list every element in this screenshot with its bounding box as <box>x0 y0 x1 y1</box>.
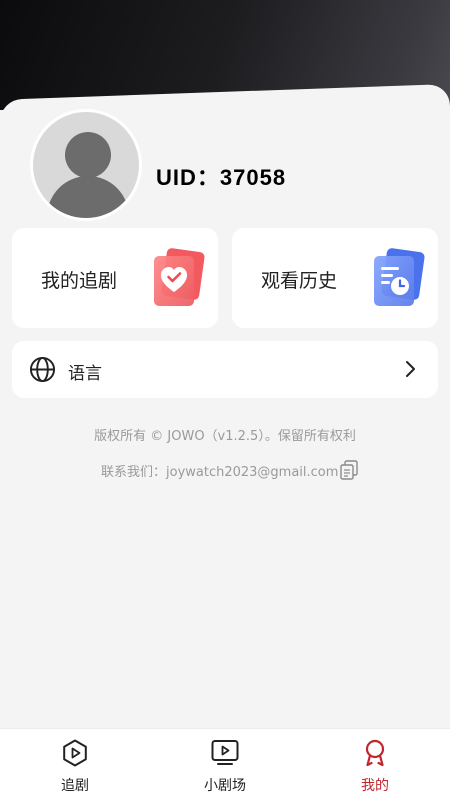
contact-info: 联系我们：joywatch2023@gmail.com <box>101 459 360 481</box>
profile-badge-icon <box>365 739 385 767</box>
tab-me[interactable]: 我的 <box>300 729 450 800</box>
tab-short-drama-label: 小剧场 <box>204 778 246 794</box>
my-following-card[interactable]: 我的追剧 <box>12 228 218 328</box>
play-circle-icon <box>63 739 87 767</box>
contact-text: 联系我们：joywatch2023@gmail.com <box>101 464 339 480</box>
globe-icon <box>29 356 56 383</box>
avatar[interactable] <box>30 109 142 221</box>
tab-short-drama[interactable]: 小剧场 <box>150 729 300 800</box>
watch-history-label: 观看历史 <box>261 270 338 292</box>
copy-icon[interactable] <box>338 459 360 481</box>
tab-me-label: 我的 <box>361 778 389 794</box>
history-doc-icon <box>374 248 425 306</box>
tv-play-icon <box>211 740 239 765</box>
heart-card-icon <box>154 248 205 306</box>
user-id: UID：37058 <box>156 165 287 190</box>
language-label: 语言 <box>68 364 102 384</box>
chevron-right-icon <box>406 361 415 377</box>
tab-following-label: 追剧 <box>61 778 89 794</box>
copyright-text: 版权所有 © JOWO（v1.2.5）。保留所有权利 <box>94 429 356 444</box>
watch-history-card[interactable]: 观看历史 <box>232 228 438 328</box>
my-following-label: 我的追剧 <box>41 270 118 292</box>
bottom-tab-bar: 追剧 小剧场 我的 <box>0 728 450 800</box>
profile-section <box>30 109 142 221</box>
tab-following[interactable]: 追剧 <box>0 729 150 800</box>
language-setting-row[interactable]: 语言 <box>12 341 438 398</box>
